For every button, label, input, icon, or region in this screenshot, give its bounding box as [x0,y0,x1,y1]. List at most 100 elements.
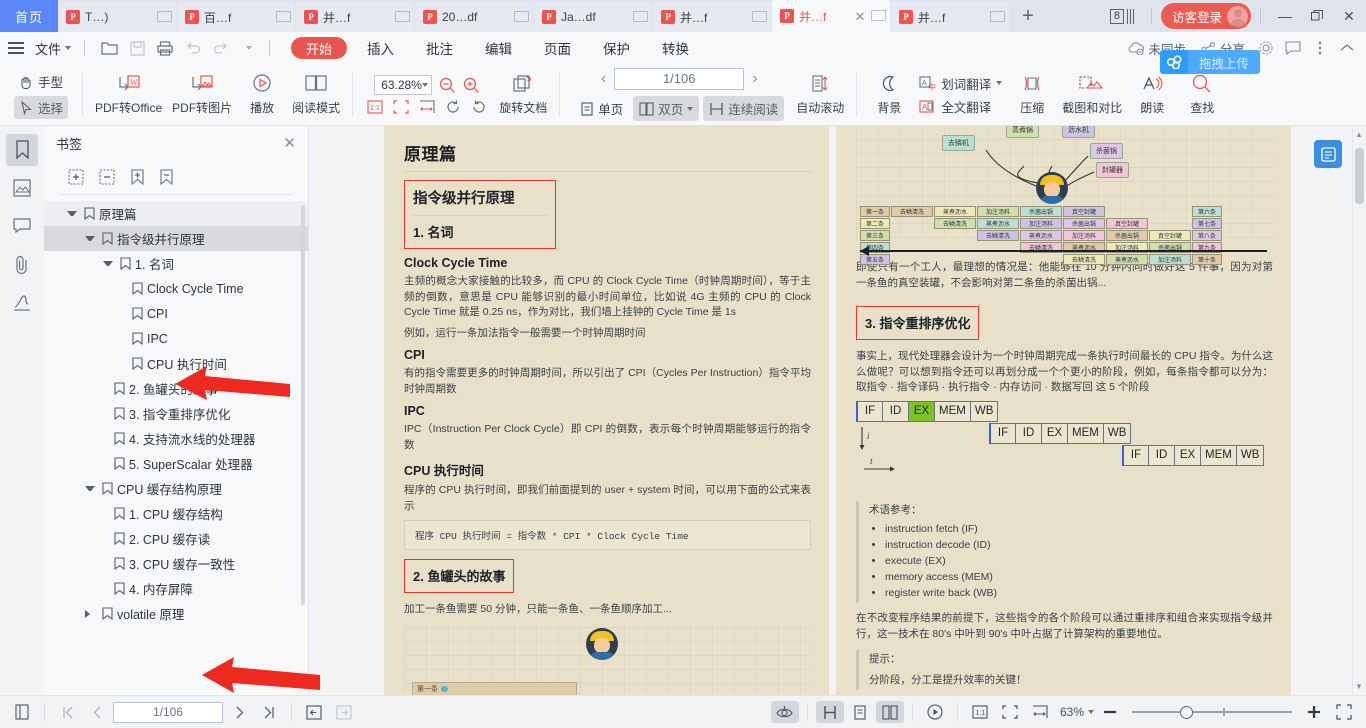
document-viewport[interactable]: 原理篇 指令级并行原理 1. 名词 Clock Cycle Time 主频的概念… [309,126,1366,695]
bookmark-item[interactable]: 原理篇 [44,201,308,226]
document-tab[interactable]: P并…f [653,2,771,32]
status-play-button[interactable] [921,701,949,723]
rail-comments-icon[interactable] [6,210,38,242]
double-page-mode-button[interactable]: 双页 [633,96,699,121]
bookmark-item[interactable]: 2. 鱼罐头的故事 [44,376,308,401]
remove-bookmark-icon[interactable] [159,169,174,186]
ribbon-tab[interactable]: 开始 [291,37,347,59]
tab-count-badge[interactable]: 8 [1110,9,1124,24]
bookmark-item[interactable]: 4. 支持流水线的处理器 [44,426,308,451]
fit-page-icon[interactable] [393,100,409,114]
zoom-in-button[interactable] [1300,701,1328,723]
status-actual-size-button[interactable]: 1:1 [966,701,994,723]
maximize-button[interactable] [1302,0,1332,32]
redo-icon[interactable] [208,36,234,60]
scroll-up-icon[interactable]: ▲ [1354,130,1364,139]
hand-tool-button[interactable]: 手型 [14,70,68,93]
next-page-button[interactable] [225,701,253,723]
add-bookmark-icon[interactable] [130,169,145,186]
fit-width-icon[interactable] [419,100,435,114]
status-single-page-button[interactable] [846,701,874,723]
pdf-to-image-button[interactable]: PDF转图片 [168,74,236,116]
new-tab-button[interactable]: + [1010,0,1046,32]
close-bookmarks-panel-button[interactable]: ✕ [283,134,296,152]
ribbon-tab[interactable]: 转换 [646,32,705,64]
bookmark-item[interactable]: volatile 原理 [44,601,308,626]
quick-access-more-icon[interactable] [236,36,262,60]
play-button[interactable]: 播放 [238,74,286,116]
drag-upload-tooltip[interactable]: 拖拽上传 [1160,50,1260,74]
document-tab[interactable]: P并…f [891,2,1009,32]
rail-attachments-icon[interactable] [6,248,38,280]
screen-cast-icon[interactable] [276,11,289,23]
status-fit-page-button[interactable] [996,701,1024,723]
chevron-down-icon[interactable] [103,261,113,266]
chevron-right-icon[interactable] [85,610,95,618]
bookmark-item[interactable]: CPI [44,301,308,326]
bookmark-item[interactable]: Clock Cycle Time [44,276,308,301]
feedback-icon[interactable] [1280,36,1306,60]
single-page-mode-button[interactable]: 单页 [574,96,629,121]
close-window-button[interactable]: ✕ [1334,0,1364,32]
bookmark-item[interactable]: 1. 名词 [44,251,308,276]
previous-page-button[interactable]: ‹ [601,70,606,88]
print-icon[interactable] [152,36,178,60]
guest-login-button[interactable]: 访客登录 [1161,3,1251,29]
zoom-slider[interactable] [1132,705,1292,719]
zoom-out-icon[interactable] [439,77,456,94]
chevron-down-icon[interactable] [67,211,77,216]
bookmark-item[interactable]: 指令级并行原理 [44,226,308,251]
document-scrollbar[interactable]: ▲ ▼ [1352,126,1366,695]
pdf-to-office-button[interactable]: W PDF转Office [91,74,166,116]
zoom-in-icon[interactable] [463,77,480,94]
collapse-ribbon-icon[interactable] [1334,36,1360,60]
screenshot-compare-button[interactable]: 截图和对比 [1058,74,1126,116]
home-tab[interactable]: 首页 [0,0,58,32]
select-tool-button[interactable]: 选择 [14,96,68,119]
fullscreen-button[interactable] [1330,701,1358,723]
background-button[interactable]: 背景 [865,74,913,116]
navigate-forward-button[interactable] [330,701,358,723]
bookmarks-scrollbar[interactable] [301,205,305,605]
app-menu-icon[interactable] [8,42,24,54]
zoom-out-button[interactable] [1096,701,1124,723]
continuous-read-button[interactable]: 连续阅读 [703,96,784,121]
bookmark-item[interactable]: 5. SuperScalar 处理器 [44,451,308,476]
status-continuous-button[interactable] [816,701,844,723]
page-number-input[interactable]: 1/106 [614,68,744,90]
status-fit-width-button[interactable] [1026,701,1054,723]
word-translate-button[interactable]: A中 划词翻译 [919,74,1002,93]
rail-thumbnails-icon[interactable] [6,172,38,204]
bookmarks-tree[interactable]: 原理篇指令级并行原理1. 名词Clock Cycle TimeCPIIPCCPU… [44,199,308,695]
close-tab-icon[interactable]: ✕ [854,10,866,23]
navigate-back-button[interactable] [300,701,328,723]
ribbon-tab[interactable]: 编辑 [469,32,528,64]
chevron-down-icon[interactable] [85,236,95,241]
screen-cast-icon[interactable] [633,11,646,23]
document-tab[interactable]: PT…) [58,2,176,32]
read-aloud-button[interactable]: 朗读 [1128,74,1176,116]
ribbon-tab[interactable]: 批注 [410,32,469,64]
open-file-icon[interactable] [96,36,122,60]
bookmark-item[interactable]: 2. CPU 缓存读 [44,526,308,551]
tab-stack-icon[interactable] [1127,9,1134,24]
bookmark-item[interactable]: CPU 缓存结构原理 [44,476,308,501]
screen-cast-icon[interactable] [752,11,765,23]
screen-cast-icon[interactable] [395,11,408,23]
toggle-sidebar-button[interactable] [8,701,36,723]
document-tab[interactable]: P20…df [415,2,533,32]
bookmark-item[interactable]: 3. 指令重排序优化 [44,401,308,426]
auto-scroll-button[interactable]: 自动滚动 [792,74,848,116]
prev-page-button[interactable] [83,701,111,723]
document-tab[interactable]: PJa…df [534,2,652,32]
rotate-left-icon[interactable] [445,100,461,114]
full-translate-button[interactable]: A 全文翻译 [919,97,1002,116]
read-mode-button[interactable]: 阅读模式 [288,74,344,116]
ribbon-tab[interactable]: 页面 [528,32,587,64]
file-menu-button[interactable]: 文件 [29,39,77,58]
screen-cast-icon[interactable] [157,11,170,23]
floating-scan-button[interactable] [1314,140,1342,168]
status-zoom-select[interactable]: 63% [1060,705,1094,719]
bookmark-item[interactable]: 1. CPU 缓存结构 [44,501,308,526]
compress-button[interactable]: 压缩 [1008,74,1056,116]
